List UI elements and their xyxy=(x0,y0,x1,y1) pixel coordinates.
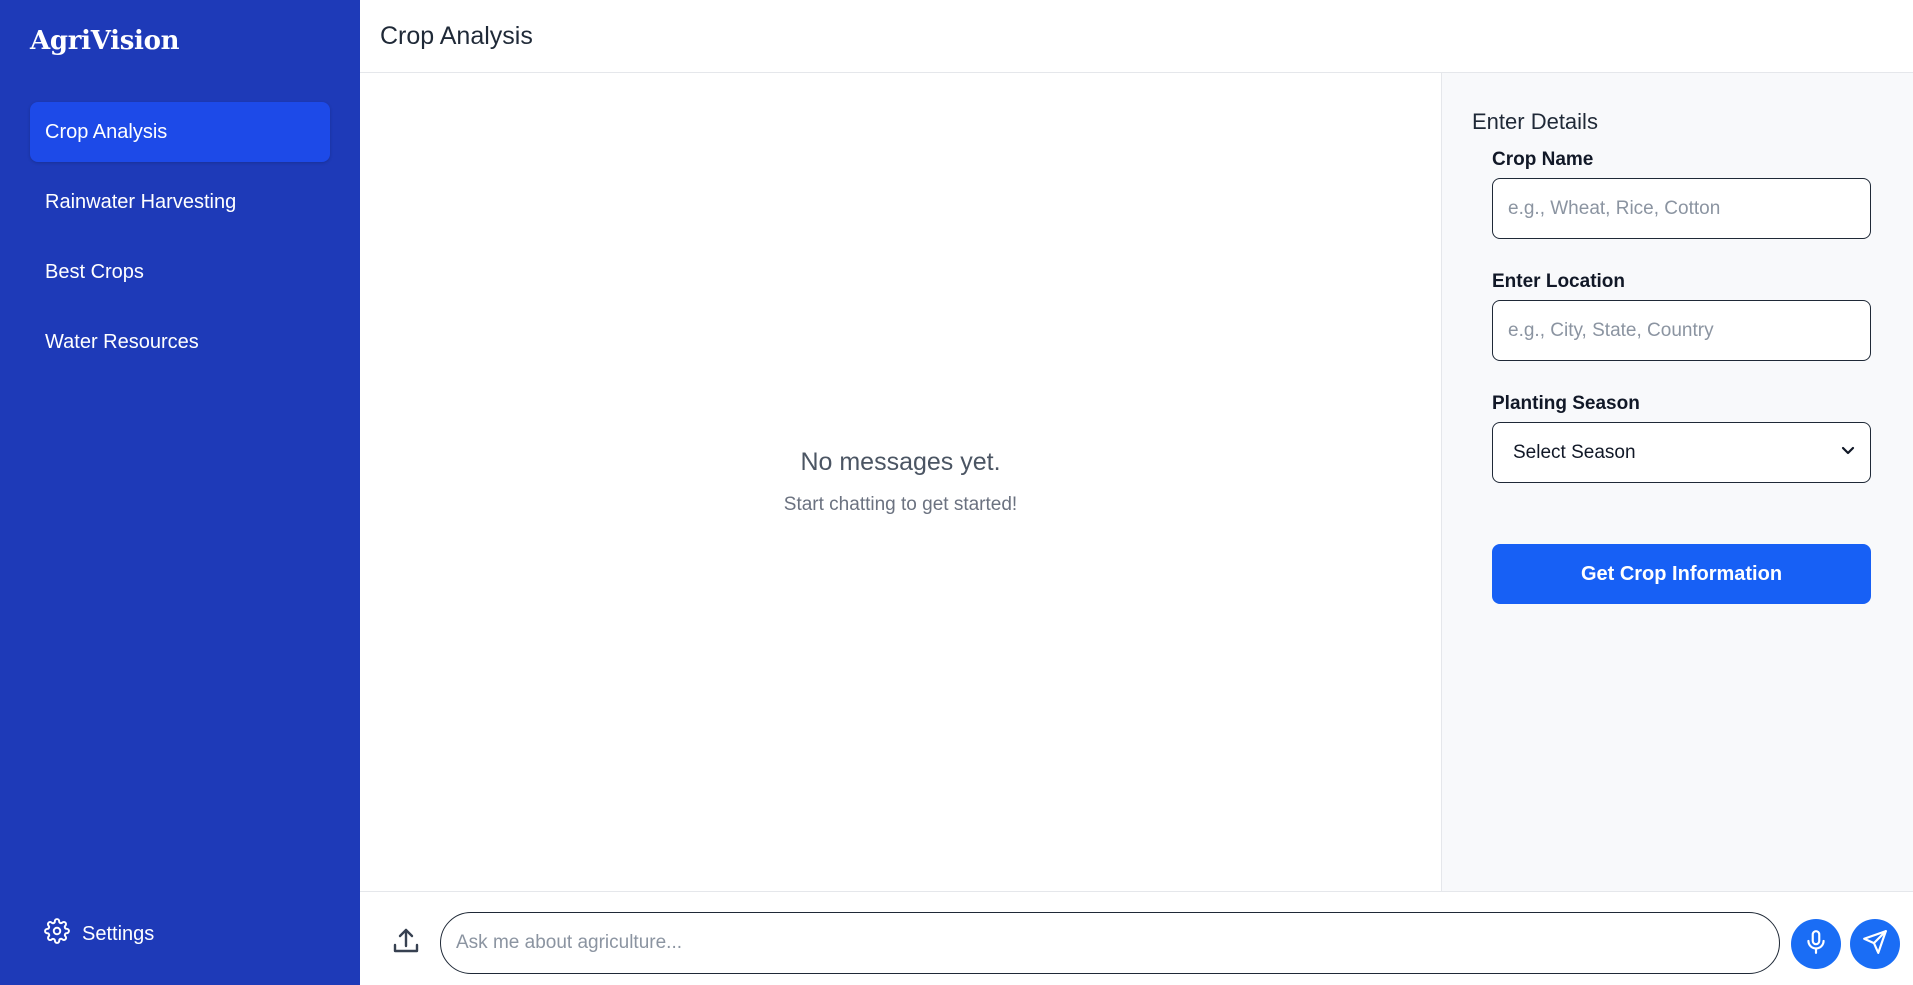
get-crop-information-button[interactable]: Get Crop Information xyxy=(1492,544,1871,604)
settings-link[interactable]: Settings xyxy=(44,918,154,950)
settings-label: Settings xyxy=(82,922,155,945)
microphone-icon xyxy=(1803,929,1829,960)
sidebar-item-label: Water Resources xyxy=(45,330,199,353)
crop-name-label: Crop Name xyxy=(1492,149,1594,170)
empty-state-subtitle: Start chatting to get started! xyxy=(783,494,1018,515)
sidebar: AgriVision Crop Analysis Rainwater Harve… xyxy=(0,0,360,985)
header: Crop Analysis xyxy=(360,0,1913,73)
gear-icon xyxy=(44,918,70,950)
chat-composer xyxy=(360,891,1913,985)
empty-state-title: No messages yet. xyxy=(800,448,1001,476)
crop-name-input[interactable] xyxy=(1492,178,1871,239)
sidebar-item-rainwater-harvesting[interactable]: Rainwater Harvesting xyxy=(30,172,330,232)
details-panel: Enter Details Crop Name Enter Location P… xyxy=(1441,73,1913,891)
planting-season-label: Planting Season xyxy=(1492,393,1640,414)
microphone-button[interactable] xyxy=(1791,919,1841,969)
sidebar-item-water-resources[interactable]: Water Resources xyxy=(30,312,330,372)
sidebar-item-label: Best Crops xyxy=(45,260,144,283)
sidebar-item-crop-analysis[interactable]: Crop Analysis xyxy=(30,102,330,162)
location-label: Enter Location xyxy=(1492,271,1626,292)
season-select-value: Select Season xyxy=(1513,441,1636,463)
chat-area: No messages yet. Start chatting to get s… xyxy=(360,73,1441,891)
brand-logo: AgriVision xyxy=(30,26,180,56)
sidebar-item-best-crops[interactable]: Best Crops xyxy=(30,242,330,302)
page-title: Crop Analysis xyxy=(380,22,533,50)
location-input[interactable] xyxy=(1492,300,1871,361)
sidebar-item-label: Crop Analysis xyxy=(45,120,168,143)
upload-button[interactable] xyxy=(390,925,422,957)
upload-icon xyxy=(390,928,422,961)
chat-message-input[interactable] xyxy=(440,912,1780,974)
send-icon xyxy=(1862,929,1888,960)
sidebar-item-label: Rainwater Harvesting xyxy=(45,190,237,213)
sidebar-nav: Crop Analysis Rainwater Harvesting Best … xyxy=(30,102,330,382)
details-title: Enter Details xyxy=(1472,109,1598,134)
planting-season-select[interactable]: Select Season xyxy=(1492,422,1871,483)
send-button[interactable] xyxy=(1850,919,1900,969)
chevron-down-icon xyxy=(1840,442,1856,464)
